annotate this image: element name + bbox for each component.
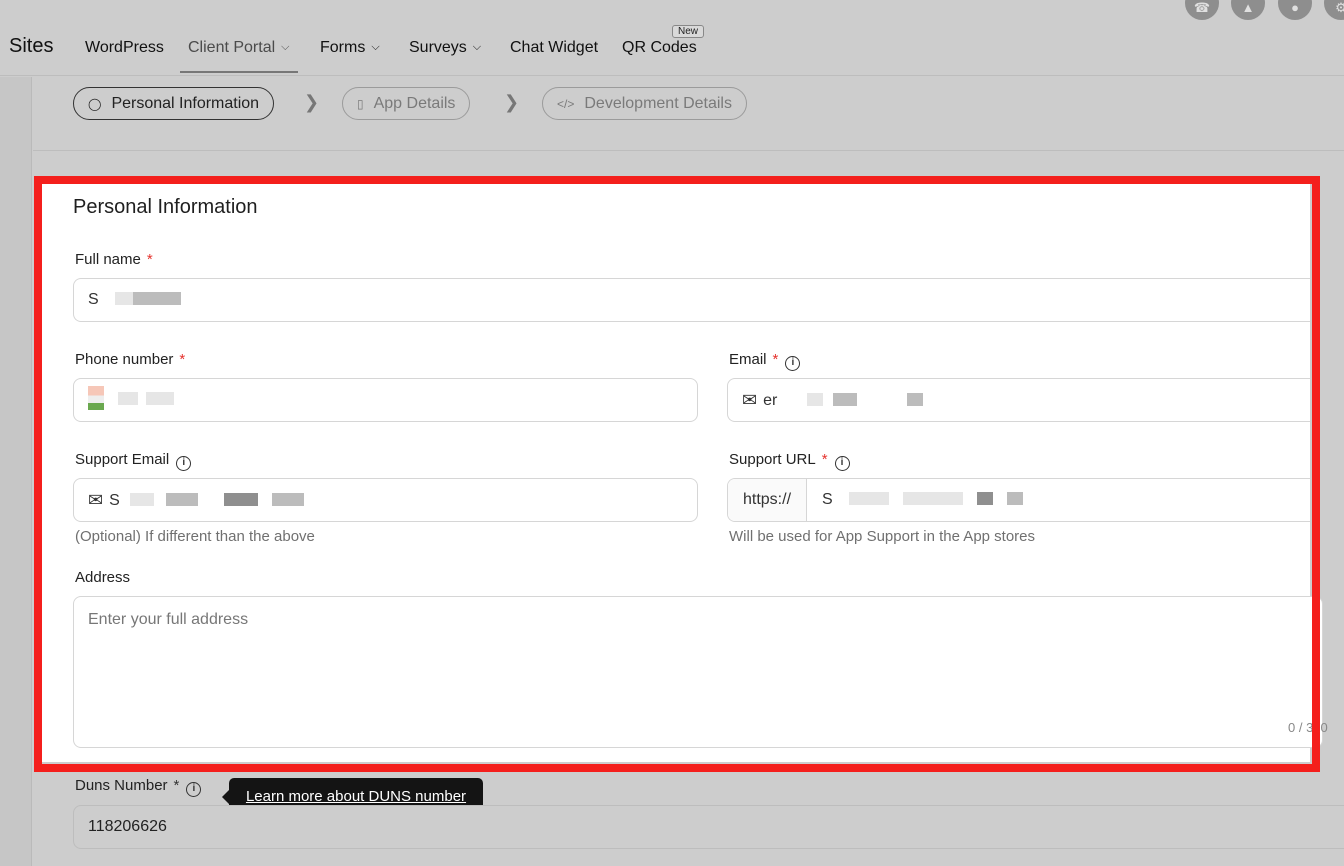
- email-label: Email * i: [729, 351, 801, 371]
- chevron-down-icon: ⌵: [371, 41, 380, 53]
- mail-icon: ✉: [88, 490, 104, 510]
- chevron-right-icon: ❯: [304, 92, 320, 112]
- redacted-text: [902, 492, 963, 505]
- duns-number-input[interactable]: 118206626: [73, 805, 1344, 849]
- mail-icon: ✉: [742, 390, 758, 410]
- phone-icon: ▯: [357, 97, 364, 111]
- support-email-input[interactable]: ✉ S: [73, 478, 698, 522]
- step-personal-information[interactable]: ◯ Personal Information: [73, 87, 275, 120]
- nav-item-chat-widget[interactable]: Chat Widget: [510, 39, 598, 57]
- step-indicator: ◯ Personal Information ❯ ▯ App Details ❯ <…: [33, 77, 1344, 151]
- new-badge: New: [672, 25, 705, 38]
- info-icon[interactable]: i: [834, 456, 850, 471]
- address-textarea[interactable]: Enter your full address: [73, 596, 1323, 748]
- phone-icon[interactable]: ☎: [1185, 0, 1219, 20]
- support-url-label: Support URL * i: [729, 451, 850, 471]
- phone-number-input[interactable]: [73, 378, 698, 422]
- required-mark: *: [179, 351, 186, 368]
- redacted-text: [907, 393, 924, 406]
- redacted-text: [807, 393, 824, 406]
- brand-title: Sites: [9, 35, 54, 57]
- email-input[interactable]: ✉ er: [727, 378, 1310, 422]
- step-app-details[interactable]: ▯ App Details: [342, 87, 471, 120]
- redacted-text: [118, 392, 138, 405]
- redacted-text: [165, 493, 198, 506]
- phone-number-label: Phone number *: [75, 351, 186, 368]
- nav-item-qr-codes[interactable]: QR Codes: [622, 39, 697, 57]
- left-rail: [0, 77, 32, 866]
- redacted-text: [1006, 492, 1023, 505]
- nav-item-surveys[interactable]: Surveys ⌵: [409, 39, 481, 57]
- full-name-input[interactable]: S: [73, 278, 1310, 322]
- nav-item-client-portal[interactable]: Client Portal ⌵: [180, 39, 297, 73]
- support-url-hint: Will be used for App Support in the App …: [729, 528, 1036, 545]
- required-mark: *: [821, 451, 828, 468]
- bell-icon[interactable]: ●: [1278, 0, 1312, 20]
- support-url-input[interactable]: https://S: [727, 478, 1310, 522]
- address-placeholder: Enter your full address: [88, 611, 249, 628]
- support-email-hint: (Optional) If different than the above: [75, 528, 315, 545]
- nav-item-forms[interactable]: Forms ⌵: [320, 39, 380, 57]
- full-name-label: Full name *: [75, 251, 153, 268]
- address-label: Address: [75, 569, 131, 586]
- chevron-right-icon: ❯: [504, 92, 520, 112]
- redacted-text: [271, 493, 304, 506]
- chevron-down-icon: ⌵: [281, 41, 290, 53]
- redacted-text: [114, 292, 133, 305]
- redacted-text: [223, 493, 258, 506]
- info-icon[interactable]: i: [186, 782, 202, 797]
- character-counter: 0 / 300: [1288, 720, 1328, 735]
- redacted-text: [129, 493, 154, 506]
- redacted-text: [146, 392, 174, 405]
- info-icon[interactable]: i: [785, 356, 801, 371]
- support-email-label: Support Email i: [75, 451, 192, 471]
- required-mark: *: [772, 351, 779, 368]
- personal-information-card: Personal Information Full name * S Phone …: [42, 184, 1328, 762]
- redacted-text: [132, 292, 181, 305]
- redacted-text: [976, 492, 993, 505]
- user-icon: ◯: [88, 97, 102, 111]
- megaphone-icon[interactable]: ▲: [1231, 0, 1265, 20]
- info-icon[interactable]: i: [176, 456, 192, 471]
- country-flag-icon: [88, 386, 104, 410]
- url-prefix: https://: [728, 479, 807, 521]
- redacted-text: [833, 393, 858, 406]
- section-title: Personal Information: [73, 196, 258, 218]
- top-nav: Sites WordPress Client Portal ⌵ Forms ⌵ Su…: [0, 0, 1344, 76]
- step-development-details[interactable]: </> Development Details: [542, 87, 747, 120]
- required-mark: *: [146, 251, 153, 268]
- required-mark: *: [173, 777, 180, 794]
- nav-item-wordpress[interactable]: WordPress: [85, 39, 164, 57]
- chevron-down-icon: ⌵: [472, 41, 482, 53]
- code-icon: </>: [557, 97, 575, 111]
- redacted-text: [848, 492, 889, 505]
- settings-icon[interactable]: ⚙: [1324, 0, 1344, 20]
- duns-number-label: Duns Number * i: [75, 777, 202, 797]
